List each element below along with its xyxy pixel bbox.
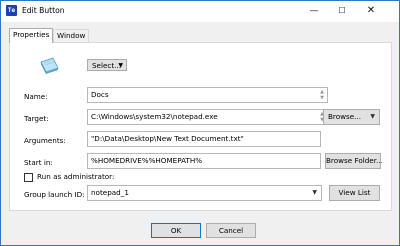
app-icon: Te <box>6 5 17 16</box>
properties-panel: Select... ▼ Name: Docs ▲ ▼ Target: C:\Win… <box>9 42 392 211</box>
maximize-button[interactable]: ☐ <box>328 1 356 21</box>
cancel-button[interactable]: Cancel <box>206 223 256 238</box>
view-list-button[interactable]: View List <box>329 185 380 201</box>
select-icon-button[interactable]: Select... ▼ <box>87 59 127 71</box>
group-launch-id-label: Group launch ID: <box>24 190 85 199</box>
ok-button[interactable]: OK <box>151 223 201 238</box>
target-value: C:\Windows\system32\notepad.exe <box>91 112 218 121</box>
browse-folder-button[interactable]: Browse Folder... <box>325 153 383 169</box>
chevron-down-icon: ▼ <box>370 113 375 120</box>
group-launch-id-combobox[interactable]: notepad_1 ▼ <box>87 185 322 201</box>
title-bar: Te Edit Button — ☐ ✕ <box>1 1 399 22</box>
start-in-label: Start in: <box>24 158 53 167</box>
arguments-field[interactable]: "D:\Data\Desktop\New Text Document.txt" <box>87 131 321 147</box>
browse-label: Browse... <box>328 112 362 121</box>
scroll-arrows-icon: ▲ ▼ <box>320 89 324 101</box>
browse-button[interactable]: Browse... ▼ <box>323 109 380 125</box>
edit-button-dialog: Te Edit Button — ☐ ✕ Properties Window S… <box>0 0 400 246</box>
group-launch-id-value: notepad_1 <box>91 188 129 197</box>
target-label: Target: <box>24 114 49 123</box>
notepad-icon[interactable] <box>38 56 60 74</box>
tab-properties[interactable]: Properties <box>9 28 54 43</box>
arguments-label: Arguments: <box>24 136 66 145</box>
select-icon-label: Select... <box>92 61 122 70</box>
name-value: Docs <box>91 90 109 99</box>
name-field[interactable]: Docs ▲ ▼ <box>87 87 328 103</box>
start-in-value: %HOMEDRIVE%%HOMEPATH% <box>91 156 203 165</box>
close-button[interactable]: ✕ <box>357 1 385 21</box>
target-field[interactable]: C:\Windows\system32\notepad.exe ▲ ▼ <box>87 109 328 125</box>
tab-window[interactable]: Window <box>53 29 90 42</box>
window-title: Edit Button <box>22 6 65 15</box>
run-as-admin-label: Run as administrator: <box>37 172 115 181</box>
chevron-down-icon: ▼ <box>118 62 123 69</box>
run-as-admin-checkbox[interactable] <box>24 173 33 182</box>
name-label: Name: <box>24 92 48 101</box>
arguments-value: "D:\Data\Desktop\New Text Document.txt" <box>91 134 244 143</box>
minimize-button[interactable]: — <box>300 1 328 21</box>
chevron-down-icon: ▼ <box>312 189 317 196</box>
start-in-field[interactable]: %HOMEDRIVE%%HOMEPATH% <box>87 153 321 169</box>
